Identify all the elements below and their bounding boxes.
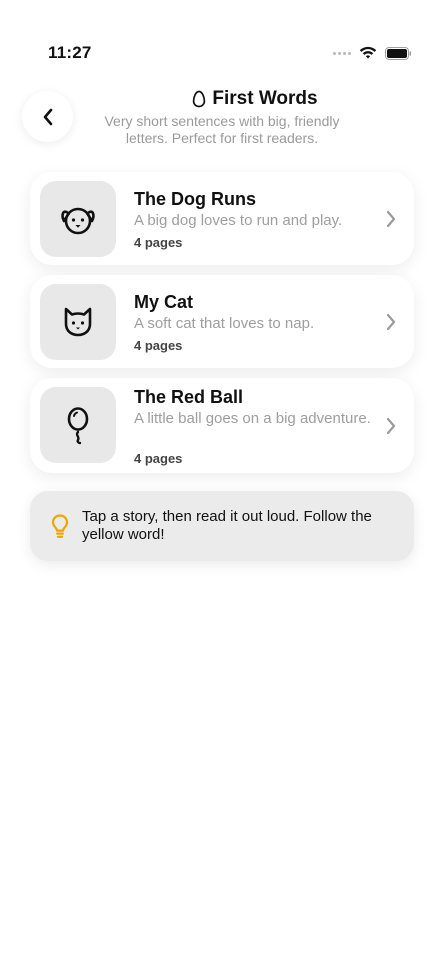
story-description: A little ball goes on a big adventure.	[134, 410, 371, 427]
chevron-right-icon	[386, 210, 396, 228]
story-title: The Red Ball	[134, 387, 244, 407]
lightbulb-icon	[51, 514, 69, 538]
tip-text: Tap a story, then read it out loud. Foll…	[82, 508, 372, 543]
status-time: 11:27	[48, 43, 92, 62]
cat-icon	[64, 307, 92, 337]
chevron-right-icon	[386, 417, 396, 435]
story-card-dog-runs[interactable]: The Dog Runs A big dog loves to run and …	[30, 172, 414, 265]
page-title-text: First Words	[212, 88, 318, 109]
story-description: A big dog loves to run and play.	[134, 212, 343, 229]
chevron-right-icon	[386, 313, 396, 331]
page-subtitle: Very short sentences with big, friendly …	[104, 113, 340, 146]
reading-tip: Tap a story, then read it out loud. Foll…	[30, 491, 414, 561]
dog-icon	[61, 207, 95, 235]
status-bar: 11:27	[0, 0, 444, 80]
story-page-count: 4 pages	[134, 235, 183, 250]
story-icon-box	[40, 284, 116, 360]
story-title: The Dog Runs	[134, 189, 256, 209]
chevron-left-icon	[43, 108, 52, 125]
status-icons	[333, 46, 412, 60]
story-icon-box	[40, 387, 116, 463]
wifi-icon	[359, 46, 377, 59]
story-icon-box	[40, 181, 116, 257]
story-description: A soft cat that loves to nap.	[134, 315, 315, 332]
balloon-icon	[67, 407, 89, 445]
back-button[interactable]	[22, 91, 73, 142]
story-card-my-cat[interactable]: My Cat A soft cat that loves to nap. 4 p…	[30, 275, 414, 368]
story-list-screen: 11:27 First Words Very short sentences w…	[0, 0, 444, 960]
cellular-signal-icon	[333, 51, 351, 55]
egg-icon	[193, 90, 206, 108]
story-card-red-ball[interactable]: The Red Ball A little ball goes on a big…	[30, 378, 414, 473]
story-page-count: 4 pages	[134, 338, 183, 353]
story-page-count: 4 pages	[134, 451, 183, 466]
page-title: First Words	[80, 88, 430, 110]
story-title: My Cat	[134, 292, 194, 312]
battery-icon	[385, 46, 412, 60]
